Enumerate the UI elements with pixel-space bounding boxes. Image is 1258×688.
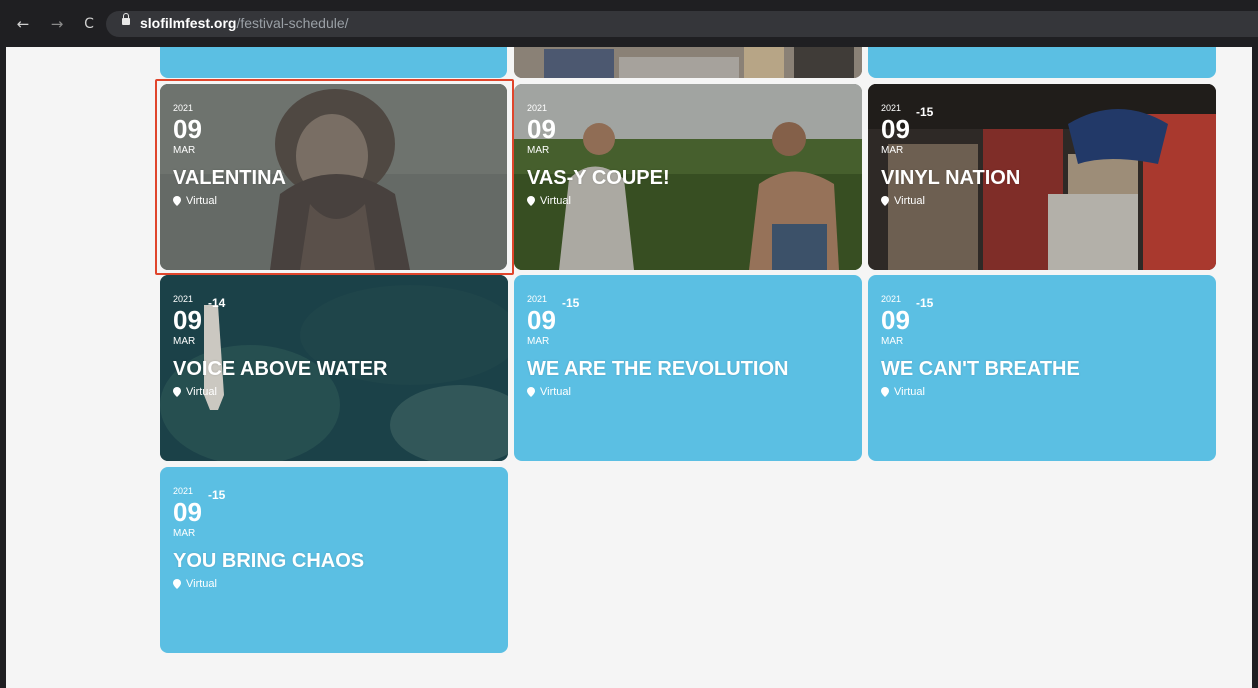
page-viewport: 2021 09 MAR VALENTINA Virtual 2021 09 MA…: [6, 47, 1252, 688]
event-title[interactable]: VAS-Y COUPE!: [527, 167, 670, 190]
event-month: MAR: [527, 145, 550, 156]
back-arrow-icon[interactable]: ←: [15, 16, 31, 32]
event-day: 09: [173, 497, 202, 527]
event-end-day: -15: [208, 488, 226, 502]
event-year: 2021: [527, 103, 548, 113]
event-location: Virtual: [173, 386, 217, 398]
map-pin-icon: [881, 196, 889, 206]
event-end-day: -14: [208, 296, 226, 310]
event-month: MAR: [881, 145, 904, 156]
reload-icon[interactable]: C: [81, 16, 97, 32]
event-card-vas-y-coupe[interactable]: 2021 09 MAR VAS-Y COUPE! Virtual: [514, 84, 862, 270]
event-title[interactable]: WE CAN'T BREATHE: [881, 358, 1080, 381]
event-year: 2021: [527, 294, 548, 304]
selection-highlight: [155, 79, 514, 275]
lock-icon[interactable]: [122, 13, 130, 25]
event-month: MAR: [527, 336, 550, 347]
event-card-partial[interactable]: [868, 47, 1216, 78]
event-day: 09: [881, 305, 910, 335]
event-card-partial[interactable]: [514, 47, 862, 78]
event-image: [514, 47, 862, 78]
event-title[interactable]: VOICE ABOVE WATER: [173, 358, 387, 381]
map-pin-icon: [881, 387, 889, 397]
event-day: 09: [173, 305, 202, 335]
event-location: Virtual: [173, 578, 217, 590]
url-text[interactable]: slofilmfest.org/festival-schedule/: [140, 15, 349, 32]
event-location: Virtual: [527, 386, 571, 398]
event-location: Virtual: [527, 195, 571, 207]
url-domain: slofilmfest.org: [140, 15, 237, 31]
map-pin-icon: [173, 387, 181, 397]
event-location: Virtual: [881, 386, 925, 398]
event-title[interactable]: WE ARE THE REVOLUTION: [527, 358, 788, 381]
event-card-vinyl-nation[interactable]: 2021 09 -15 MAR VINYL NATION Virtual: [868, 84, 1216, 270]
url-path: /festival-schedule/: [236, 15, 349, 31]
event-location-label: Virtual: [894, 195, 925, 207]
event-year: 2021: [173, 294, 194, 304]
event-title[interactable]: VINYL NATION: [881, 167, 1020, 190]
event-location: Virtual: [881, 195, 925, 207]
map-pin-icon: [527, 196, 535, 206]
event-month: MAR: [881, 336, 904, 347]
event-day: 09: [527, 305, 556, 335]
event-month: MAR: [173, 336, 196, 347]
event-year: 2021: [173, 486, 194, 496]
map-pin-icon: [173, 579, 181, 589]
event-year: 2021: [881, 294, 902, 304]
event-title[interactable]: YOU BRING CHAOS: [173, 550, 364, 573]
event-card-voice-above-water[interactable]: 2021 09 -14 MAR VOICE ABOVE WATER Virtua…: [160, 275, 508, 461]
event-location-label: Virtual: [540, 195, 571, 207]
event-location-label: Virtual: [186, 578, 217, 590]
browser-toolbar: ← → C slofilmfest.org/festival-schedule/: [0, 0, 1258, 47]
event-month: MAR: [173, 528, 196, 539]
event-year: 2021: [881, 103, 902, 113]
event-end-day: -15: [916, 296, 934, 310]
event-card-we-cant-breathe[interactable]: 2021 09 -15 MAR WE CAN'T BREATHE Virtual: [868, 275, 1216, 461]
event-card-you-bring-chaos[interactable]: 2021 09 -15 MAR YOU BRING CHAOS Virtual: [160, 467, 508, 653]
event-location-label: Virtual: [894, 386, 925, 398]
event-end-day: -15: [916, 105, 934, 119]
event-location-label: Virtual: [186, 386, 217, 398]
map-pin-icon: [527, 387, 535, 397]
forward-arrow-icon[interactable]: →: [49, 16, 65, 32]
event-day: 09: [881, 114, 910, 144]
event-location-label: Virtual: [540, 386, 571, 398]
event-card-we-are-the-revolution[interactable]: 2021 09 -15 MAR WE ARE THE REVOLUTION Vi…: [514, 275, 862, 461]
event-card-partial[interactable]: [160, 47, 507, 78]
event-day: 09: [527, 114, 556, 144]
event-end-day: -15: [562, 296, 580, 310]
